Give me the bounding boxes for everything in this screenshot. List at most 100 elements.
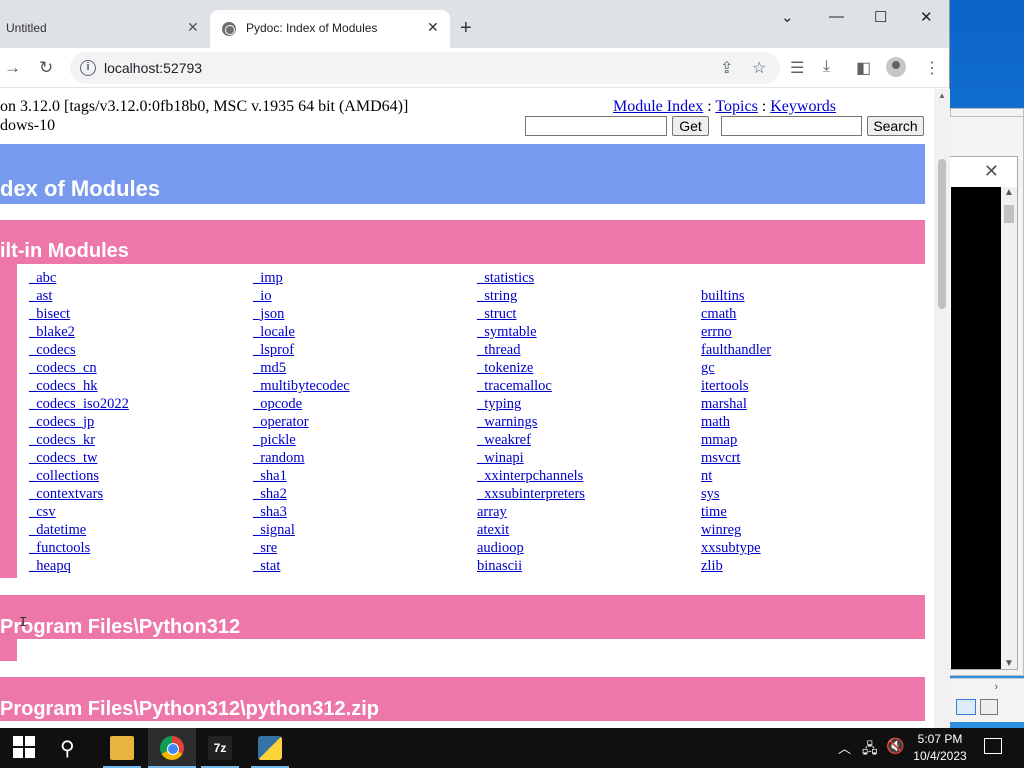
module-link[interactable]: _tracemalloc xyxy=(477,377,585,395)
module-link[interactable]: _json xyxy=(253,305,350,323)
details-view-icon[interactable] xyxy=(956,699,976,715)
module-link[interactable]: _tokenize xyxy=(477,359,585,377)
module-link[interactable]: cmath xyxy=(701,305,771,323)
module-link[interactable]: _contextvars xyxy=(29,485,129,503)
chevron-right-icon[interactable]: › xyxy=(994,681,998,693)
forward-icon[interactable]: → xyxy=(4,58,21,78)
tab-close-icon[interactable]: ✕ xyxy=(187,19,199,36)
module-link[interactable]: _abc xyxy=(29,269,129,287)
windows-start-icon[interactable] xyxy=(13,736,37,760)
module-link[interactable]: _io xyxy=(253,287,350,305)
module-index-link[interactable]: Module Index xyxy=(613,98,703,115)
new-tab-icon[interactable]: + xyxy=(460,17,472,40)
url-text[interactable]: localhost:52793 xyxy=(104,60,202,76)
module-link[interactable]: time xyxy=(701,503,771,521)
module-link[interactable]: errno xyxy=(701,323,771,341)
module-link[interactable]: itertools xyxy=(701,377,771,395)
close-window-icon[interactable]: ✕ xyxy=(920,8,933,26)
module-link[interactable]: _sha1 xyxy=(253,467,350,485)
python-icon[interactable] xyxy=(258,736,282,760)
clock[interactable]: 5:07 PM 10/4/2023 xyxy=(908,731,972,765)
module-link[interactable]: binascii xyxy=(477,557,585,575)
module-link[interactable]: audioop xyxy=(477,539,585,557)
module-link[interactable]: xxsubtype xyxy=(701,539,771,557)
large-icons-view-icon[interactable] xyxy=(980,699,998,715)
module-link[interactable]: _warnings xyxy=(477,413,585,431)
search-input[interactable] xyxy=(721,116,862,136)
module-link[interactable]: _codecs_jp xyxy=(29,413,129,431)
module-link[interactable]: _ast xyxy=(29,287,129,305)
module-link[interactable]: atexit xyxy=(477,521,585,539)
topics-link[interactable]: Topics xyxy=(715,98,757,115)
module-link[interactable]: _winapi xyxy=(477,449,585,467)
notification-icon[interactable] xyxy=(984,738,1002,754)
module-link[interactable]: _signal xyxy=(253,521,350,539)
module-link[interactable]: _codecs_tw xyxy=(29,449,129,467)
module-link[interactable]: builtins xyxy=(701,287,771,305)
module-link[interactable]: _codecs_hk xyxy=(29,377,129,395)
module-link[interactable]: _codecs xyxy=(29,341,129,359)
module-link[interactable]: _lsprof xyxy=(253,341,350,359)
module-link[interactable]: _pickle xyxy=(253,431,350,449)
network-icon[interactable]: 🖧 xyxy=(862,738,878,762)
module-link[interactable]: msvcrt xyxy=(701,449,771,467)
minimize-icon[interactable]: — xyxy=(829,8,844,25)
module-link[interactable]: _datetime xyxy=(29,521,129,539)
module-link[interactable]: _xxinterpchannels xyxy=(477,467,585,485)
module-link[interactable]: _thread xyxy=(477,341,585,359)
chrome-icon[interactable] xyxy=(160,736,184,760)
module-link[interactable]: faulthandler xyxy=(701,341,771,359)
module-link[interactable]: _xxsubinterpreters xyxy=(477,485,585,503)
scroll-down-icon[interactable]: ▼ xyxy=(1004,658,1014,669)
module-link[interactable]: _codecs_iso2022 xyxy=(29,395,129,413)
module-link[interactable]: _heapq xyxy=(29,557,129,575)
more-menu-icon[interactable]: ⋮ xyxy=(924,58,940,78)
page-scrollbar[interactable]: ▲ xyxy=(934,89,950,728)
module-link[interactable]: _symtable xyxy=(477,323,585,341)
module-link[interactable]: _opcode xyxy=(253,395,350,413)
module-link[interactable]: _stat xyxy=(253,557,350,575)
module-link[interactable]: _bisect xyxy=(29,305,129,323)
module-link[interactable]: sys xyxy=(701,485,771,503)
module-link[interactable]: math xyxy=(701,413,771,431)
address-bar[interactable]: i localhost:52793 ⇪ ☆ xyxy=(70,52,780,84)
media-playlist-icon[interactable]: ☰ xyxy=(790,58,804,78)
module-link[interactable]: _locale xyxy=(253,323,350,341)
module-link[interactable]: _blake2 xyxy=(29,323,129,341)
module-link[interactable]: winreg xyxy=(701,521,771,539)
module-link[interactable]: _codecs_kr xyxy=(29,431,129,449)
search-icon[interactable]: ⚲ xyxy=(60,736,84,760)
module-link[interactable]: _statistics xyxy=(477,269,585,287)
module-link[interactable]: _md5 xyxy=(253,359,350,377)
console-scrollbar[interactable]: ▲ ▼ xyxy=(1001,187,1017,669)
page-scroll-thumb[interactable] xyxy=(938,159,946,309)
module-link[interactable]: _string xyxy=(477,287,585,305)
module-link[interactable]: nt xyxy=(701,467,771,485)
chevron-up-icon[interactable]: ︿ xyxy=(838,738,851,757)
module-link[interactable]: _functools xyxy=(29,539,129,557)
share-icon[interactable]: ⇪ xyxy=(720,58,733,78)
module-link[interactable]: _sha3 xyxy=(253,503,350,521)
tab-close-icon[interactable]: ✕ xyxy=(427,19,439,36)
tab-untitled[interactable]: Untitled ✕ xyxy=(0,10,208,48)
scroll-up-icon[interactable]: ▲ xyxy=(1004,187,1014,198)
console-close-icon[interactable]: ✕ xyxy=(984,161,999,182)
module-link[interactable]: _sre xyxy=(253,539,350,557)
module-link[interactable]: mmap xyxy=(701,431,771,449)
tab-pydoc[interactable]: Pydoc: Index of Modules ✕ xyxy=(210,10,450,48)
module-link[interactable]: _imp xyxy=(253,269,350,287)
module-link[interactable]: _collections xyxy=(29,467,129,485)
module-link[interactable]: gc xyxy=(701,359,771,377)
module-link[interactable]: _weakref xyxy=(477,431,585,449)
scroll-up-icon[interactable]: ▲ xyxy=(938,91,946,100)
file-explorer-icon[interactable] xyxy=(110,736,134,760)
download-icon[interactable]: ⤓ xyxy=(823,58,830,76)
chevron-down-icon[interactable]: ⌄ xyxy=(781,8,794,26)
profile-avatar-icon[interactable] xyxy=(886,57,906,77)
module-link[interactable]: marshal xyxy=(701,395,771,413)
module-link[interactable]: _random xyxy=(253,449,350,467)
maximize-icon[interactable]: ☐ xyxy=(874,8,887,26)
console-scroll-thumb[interactable] xyxy=(1004,205,1014,223)
info-icon[interactable]: i xyxy=(80,60,96,76)
7zip-icon[interactable]: 7z xyxy=(208,736,232,760)
